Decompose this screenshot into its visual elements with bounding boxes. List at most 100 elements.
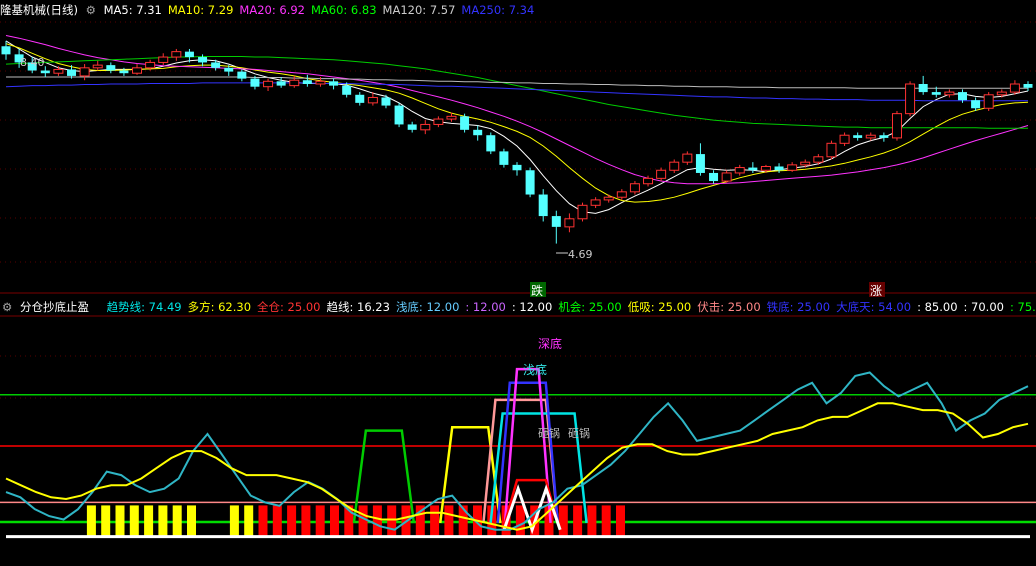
red-bar bbox=[358, 505, 368, 537]
red-bar bbox=[616, 505, 625, 537]
candle-body bbox=[106, 65, 116, 71]
candle-body bbox=[40, 70, 50, 74]
red-bar bbox=[372, 505, 382, 537]
candle-body bbox=[590, 199, 601, 206]
candle-body bbox=[355, 94, 365, 103]
candle-body bbox=[329, 81, 339, 86]
candle-body bbox=[79, 67, 90, 77]
zhang-marker: 涨 bbox=[870, 283, 882, 298]
red-bar bbox=[258, 505, 268, 537]
candle-body bbox=[53, 68, 64, 74]
yellow-bar bbox=[144, 505, 154, 537]
red-bar bbox=[444, 505, 454, 537]
candle-body bbox=[263, 80, 274, 88]
candle-body bbox=[734, 167, 745, 174]
yellow-bar bbox=[229, 505, 239, 537]
candle-body bbox=[774, 166, 784, 171]
candle-body bbox=[669, 161, 680, 171]
candle-body bbox=[184, 51, 194, 58]
candle-body bbox=[787, 164, 798, 171]
candle-body bbox=[433, 118, 444, 125]
red-bar bbox=[430, 505, 440, 537]
yellow-bar bbox=[115, 505, 125, 537]
yellow-bar bbox=[101, 505, 111, 537]
red-bar bbox=[272, 505, 282, 537]
candle-body bbox=[67, 69, 77, 76]
red-bar bbox=[315, 505, 325, 537]
red-bar bbox=[515, 505, 525, 537]
candle-body bbox=[211, 62, 221, 68]
candle-body bbox=[879, 135, 889, 138]
yellow-bar bbox=[158, 505, 168, 537]
red-bar bbox=[287, 505, 297, 537]
deep-bottom-label: 深底 bbox=[538, 336, 562, 351]
die-marker: 跌 bbox=[531, 283, 543, 298]
yellow-bar bbox=[244, 505, 254, 537]
candle-body bbox=[224, 67, 234, 72]
candle-body bbox=[1023, 84, 1033, 88]
red-bar bbox=[587, 505, 597, 537]
candle-body bbox=[1009, 83, 1020, 93]
candle-body bbox=[918, 84, 928, 93]
candle-body bbox=[853, 135, 863, 138]
candle-body bbox=[603, 196, 614, 201]
candle-body bbox=[800, 161, 811, 166]
candle-body bbox=[971, 100, 981, 109]
candle-body bbox=[381, 97, 391, 106]
yellow-bar bbox=[86, 505, 96, 537]
yellow-bar bbox=[172, 505, 182, 537]
shallow-bottom-label: 浅底 bbox=[523, 362, 547, 377]
candle-body bbox=[996, 91, 1007, 96]
candle-body bbox=[748, 167, 758, 171]
candle-body bbox=[499, 151, 509, 165]
yellow-bar bbox=[129, 505, 139, 537]
candle-body bbox=[905, 83, 916, 115]
ma-line-ma120 bbox=[6, 76, 1028, 89]
candle-body bbox=[198, 57, 208, 63]
candle-body bbox=[656, 169, 667, 179]
candle-body bbox=[420, 123, 431, 131]
pot-label-2: 砸锅 bbox=[568, 427, 590, 440]
candle-body bbox=[629, 183, 640, 193]
candle-body bbox=[446, 115, 457, 120]
candle-body bbox=[394, 105, 404, 125]
candle-body bbox=[158, 56, 169, 63]
candle-body bbox=[367, 96, 378, 104]
red-bar bbox=[301, 505, 311, 537]
candle-body bbox=[577, 204, 588, 220]
candle-body bbox=[813, 156, 824, 163]
candle-body bbox=[709, 172, 719, 182]
candle-body bbox=[407, 124, 417, 130]
candle-body bbox=[643, 177, 654, 185]
red-bar bbox=[387, 505, 397, 537]
candle-body bbox=[250, 78, 260, 87]
candle-body bbox=[302, 80, 312, 84]
candle-body bbox=[957, 92, 967, 101]
candle-body bbox=[721, 172, 732, 182]
candle-body bbox=[931, 92, 941, 95]
candle-body bbox=[538, 194, 548, 217]
chart-canvas[interactable]: 8.40 4.69 跌 涨深底浅底砸锅 砸锅 bbox=[0, 0, 1036, 566]
high-price-label: 8.40 bbox=[20, 56, 45, 69]
candle-body bbox=[512, 164, 522, 171]
candle-body bbox=[551, 216, 561, 227]
candle-body bbox=[944, 91, 955, 96]
candle-body bbox=[92, 64, 103, 69]
candle-body bbox=[171, 51, 182, 58]
candle-body bbox=[342, 85, 352, 95]
candle-body bbox=[564, 218, 575, 228]
candle-body bbox=[1, 46, 11, 55]
candle-body bbox=[119, 70, 129, 74]
candle-body bbox=[983, 94, 994, 109]
candle-body bbox=[891, 113, 902, 139]
candle-body bbox=[473, 129, 483, 136]
red-bar bbox=[330, 505, 339, 537]
candle-body bbox=[145, 61, 156, 69]
candle-body bbox=[826, 142, 837, 158]
candle-body bbox=[695, 154, 705, 173]
candle-body bbox=[839, 134, 850, 144]
red-bar bbox=[601, 505, 611, 537]
candle-body bbox=[289, 79, 300, 87]
candle-body bbox=[132, 67, 143, 74]
candle-body bbox=[276, 81, 286, 86]
